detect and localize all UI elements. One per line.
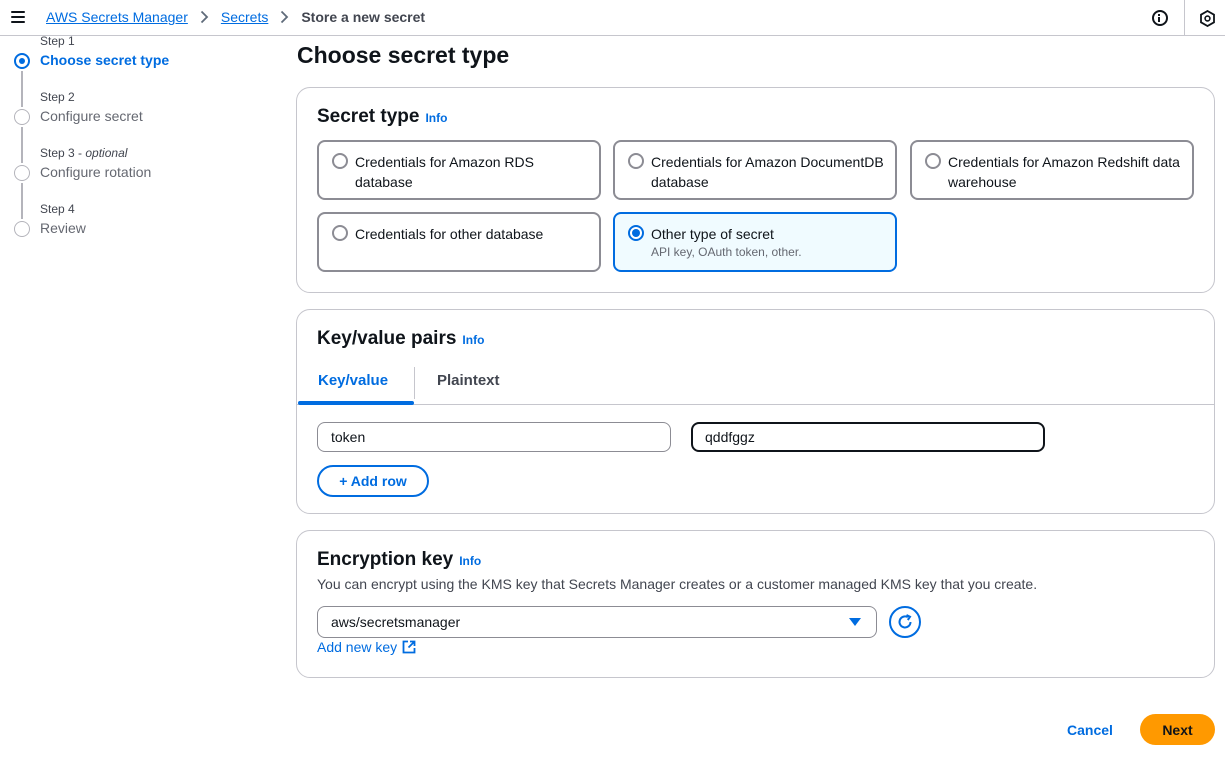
top-icons bbox=[1152, 0, 1225, 36]
option-documentdb-label: Credentials for Amazon DocumentDB databa… bbox=[651, 154, 884, 190]
page-title: Choose secret type bbox=[297, 42, 510, 68]
secret-type-title: Secret type bbox=[317, 106, 420, 127]
step-label-configure-secret: Configure secret bbox=[40, 108, 143, 124]
radio-other-database[interactable] bbox=[332, 225, 348, 241]
key-value-heading: Key/value pairs Info bbox=[317, 328, 484, 350]
divider bbox=[1184, 0, 1185, 36]
step-inactive-icon bbox=[14, 221, 30, 237]
breadcrumb-secrets-manager[interactable]: AWS Secrets Manager bbox=[46, 9, 188, 25]
refresh-button[interactable] bbox=[889, 606, 921, 638]
key-value-title: Key/value pairs bbox=[317, 328, 457, 349]
option-other-database-label: Credentials for other database bbox=[355, 226, 544, 242]
caret-down-icon bbox=[849, 618, 861, 626]
step-number: Step 3 - optional bbox=[40, 146, 128, 160]
menu-icon[interactable] bbox=[11, 11, 25, 23]
key-value-info-link[interactable]: Info bbox=[462, 333, 484, 347]
key-value-card: Key/value pairs Info Key/value Plaintext … bbox=[296, 309, 1215, 514]
cancel-button[interactable]: Cancel bbox=[1067, 722, 1113, 738]
step-label-choose-secret-type[interactable]: Choose secret type bbox=[40, 52, 169, 68]
option-other-secret-desc: API key, OAuth token, other. bbox=[651, 245, 802, 259]
wizard-steps: Step 1 Choose secret type Step 2 Configu… bbox=[14, 34, 254, 258]
next-button[interactable]: Next bbox=[1140, 714, 1215, 745]
option-other-secret[interactable]: Other type of secret API key, OAuth toke… bbox=[613, 212, 897, 272]
tab-plaintext[interactable]: Plaintext bbox=[437, 365, 500, 405]
encryption-description: You can encrypt using the KMS key that S… bbox=[317, 576, 1038, 592]
add-new-key-label: Add new key bbox=[317, 639, 398, 655]
radio-other-secret[interactable] bbox=[628, 225, 644, 241]
option-other-database[interactable]: Credentials for other database bbox=[317, 212, 601, 272]
encryption-key-heading: Encryption key Info bbox=[317, 549, 481, 571]
info-icon[interactable] bbox=[1152, 10, 1168, 26]
step-number: Step 1 bbox=[40, 34, 75, 48]
encryption-key-card: Encryption key Info You can encrypt using… bbox=[296, 530, 1215, 678]
option-other-secret-label: Other type of secret bbox=[651, 226, 774, 242]
step-number-text: Step 3 bbox=[40, 146, 75, 160]
step-number: Step 2 bbox=[40, 90, 75, 104]
option-rds[interactable]: Credentials for Amazon RDS database bbox=[317, 140, 601, 200]
option-redshift-label: Credentials for Amazon Redshift data war… bbox=[948, 154, 1180, 190]
chevron-right-icon bbox=[281, 10, 289, 24]
step-label-configure-rotation: Configure rotation bbox=[40, 164, 152, 180]
secret-type-info-link[interactable]: Info bbox=[425, 111, 447, 125]
option-redshift[interactable]: Credentials for Amazon Redshift data war… bbox=[910, 140, 1194, 200]
breadcrumb: AWS Secrets Manager Secrets Store a new … bbox=[46, 9, 425, 25]
kms-key-select[interactable]: aws/secretsmanager bbox=[317, 606, 877, 638]
encryption-key-title: Encryption key bbox=[317, 549, 454, 570]
secret-type-heading: Secret type Info bbox=[317, 106, 447, 128]
step-2: Step 2 Configure secret bbox=[14, 90, 254, 163]
option-rds-label: Credentials for Amazon RDS database bbox=[355, 154, 534, 190]
step-active-icon bbox=[14, 53, 30, 69]
add-new-key-link[interactable]: Add new key bbox=[317, 639, 416, 655]
secret-type-card: Secret type Info Credentials for Amazon R… bbox=[296, 87, 1215, 293]
option-documentdb[interactable]: Credentials for Amazon DocumentDB databa… bbox=[613, 140, 897, 200]
step-optional: optional bbox=[85, 146, 128, 160]
radio-documentdb[interactable] bbox=[628, 153, 644, 169]
value-input[interactable] bbox=[691, 422, 1045, 452]
tab-divider bbox=[414, 367, 415, 399]
refresh-icon bbox=[898, 614, 912, 629]
step-label-review: Review bbox=[40, 220, 86, 236]
kms-key-selected-value: aws/secretsmanager bbox=[331, 614, 461, 630]
tab-active-indicator bbox=[298, 401, 414, 405]
breadcrumb-secrets[interactable]: Secrets bbox=[221, 9, 268, 25]
step-3: Step 3 - optional Configure rotation bbox=[14, 146, 254, 219]
tab-bar: Key/value Plaintext bbox=[297, 365, 1214, 405]
top-bar: AWS Secrets Manager Secrets Store a new … bbox=[0, 0, 1225, 36]
key-input[interactable] bbox=[317, 422, 671, 452]
step-1[interactable]: Step 1 Choose secret type bbox=[14, 34, 254, 107]
radio-redshift[interactable] bbox=[925, 153, 941, 169]
step-inactive-icon bbox=[14, 165, 30, 181]
settings-hexagon-icon[interactable] bbox=[1199, 9, 1216, 27]
external-link-icon bbox=[402, 640, 416, 654]
radio-rds[interactable] bbox=[332, 153, 348, 169]
step-4: Step 4 Review bbox=[14, 202, 254, 258]
tab-key-value[interactable]: Key/value bbox=[318, 365, 388, 405]
encryption-key-info-link[interactable]: Info bbox=[459, 554, 481, 568]
step-inactive-icon bbox=[14, 109, 30, 125]
add-row-button[interactable]: + Add row bbox=[317, 465, 429, 497]
breadcrumb-current: Store a new secret bbox=[301, 9, 426, 25]
chevron-right-icon bbox=[200, 10, 209, 24]
step-number: Step 4 bbox=[40, 202, 75, 216]
